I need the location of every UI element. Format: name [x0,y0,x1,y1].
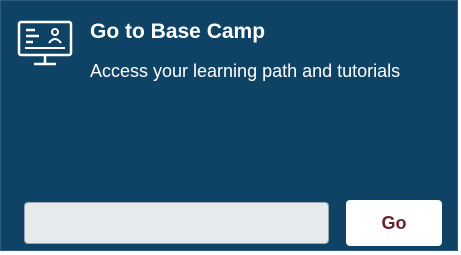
card-title: Go to Base Camp [90,20,266,43]
base-camp-card: Go to Base Camp Access your learning pat… [0,0,458,251]
computer-monitor-icon [17,20,73,66]
search-input[interactable] [24,202,329,244]
go-button[interactable]: Go [346,200,442,246]
card-subtitle: Access your learning path and tutorials [90,61,401,81]
